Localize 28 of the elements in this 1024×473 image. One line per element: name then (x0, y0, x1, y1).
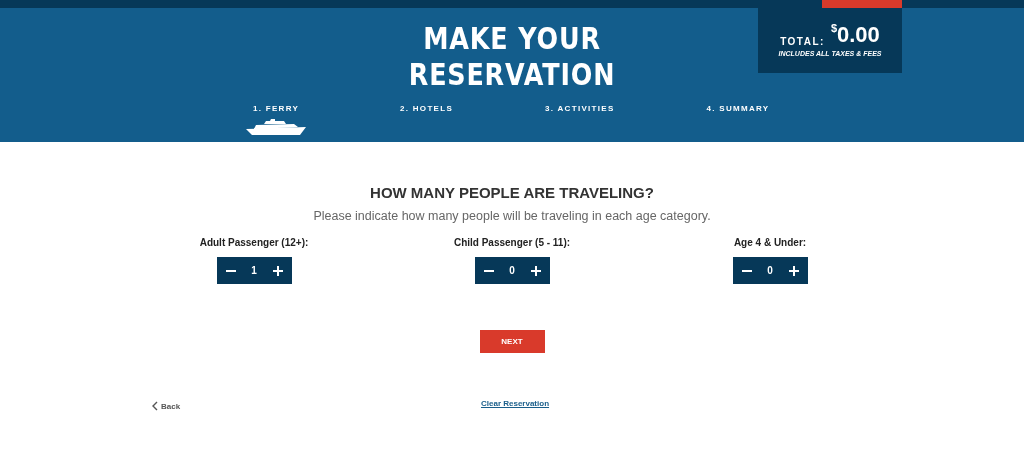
step-tab[interactable]: 2. HOTELS (400, 104, 454, 138)
passenger-label: Child Passenger (5 - 11): (453, 237, 571, 248)
page-title: RESERVATION (408, 56, 616, 92)
passenger-label: Adult Passenger (12+): (199, 237, 309, 248)
step-tab[interactable]: 3. ACTIVITIES (545, 104, 615, 138)
quantity-stepper[interactable]: 0 (732, 257, 808, 284)
clear-reservation-link[interactable]: Clear Reservation (481, 399, 550, 408)
quantity-value: 0 (767, 265, 773, 276)
section-heading: HOW MANY PEOPLE ARE TRAVELING? (370, 184, 654, 201)
chevron-left-icon (152, 401, 158, 411)
currency-sign: $ (830, 22, 837, 34)
quantity-stepper[interactable]: 1 (216, 257, 292, 284)
quantity-value: 0 (509, 265, 515, 276)
passenger-label: Age 4 & Under: (733, 237, 807, 248)
total-amount: 0.00 (837, 22, 880, 48)
ship-icon (244, 119, 308, 135)
plus-icon[interactable] (530, 265, 541, 276)
step-tab[interactable]: 4. SUMMARY (706, 104, 770, 138)
page-title: MAKE YOUR (423, 20, 601, 56)
back-link[interactable]: Back (152, 401, 181, 411)
plus-icon[interactable] (272, 265, 283, 276)
step-tab[interactable]: 1. FERRY (244, 104, 308, 138)
next-button[interactable]: NEXT (479, 330, 545, 353)
quantity-value: 1 (251, 265, 257, 276)
section-description: Please indicate how many people will be traveling in each age category. (313, 209, 711, 223)
quantity-stepper[interactable]: 0 (474, 257, 550, 284)
total-label: TOTAL: (780, 36, 825, 47)
plus-icon[interactable] (788, 265, 799, 276)
